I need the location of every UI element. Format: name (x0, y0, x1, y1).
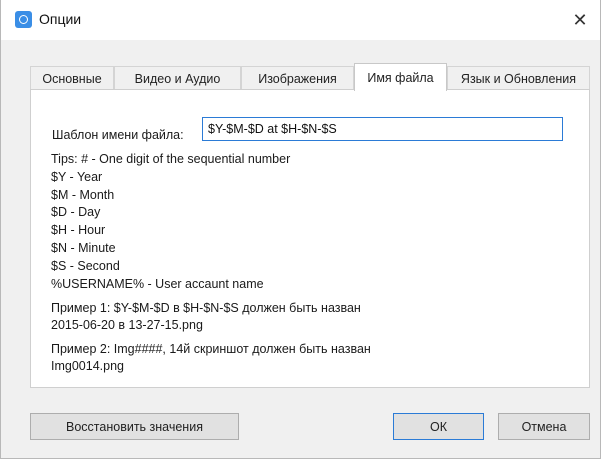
tip-line: $H - Hour (51, 223, 106, 238)
cancel-button[interactable]: Отмена (498, 413, 590, 440)
close-icon[interactable]: ✕ (566, 6, 594, 34)
tip-line: %USERNAME% - User accaunt name (51, 276, 264, 291)
filename-panel: Шаблон имени файла: Tips: # - One digit … (30, 89, 590, 388)
example-2-line-1: Пример 2: Img####, 14й скриншот должен б… (51, 342, 371, 356)
tip-line: Tips: # - One digit of the sequential nu… (51, 152, 291, 166)
window-title: Опции (39, 11, 82, 27)
app-icon (15, 11, 32, 28)
tips-list: Tips: # - One digit of the sequential nu… (51, 151, 290, 293)
tab-general[interactable]: Основные (30, 66, 114, 90)
example-1: Пример 1: $Y-$M-$D в $H-$N-$S должен быт… (51, 300, 361, 334)
tab-video-audio[interactable]: Видео и Аудио (114, 66, 241, 90)
tip-line: $N - Minute (51, 240, 116, 255)
ok-button[interactable]: ОК (393, 413, 484, 440)
tab-images[interactable]: Изображения (241, 66, 354, 90)
example-2: Пример 2: Img####, 14й скриншот должен б… (51, 341, 371, 375)
example-2-line-2: Img0014.png (51, 359, 124, 373)
tip-line: $D - Day (51, 205, 101, 220)
title-bar: Опции ✕ (1, 0, 600, 40)
template-input[interactable] (202, 117, 563, 141)
example-1-line-2: 2015-06-20 в 13-27-15.png (51, 318, 203, 332)
tip-line: $M - Month (51, 187, 115, 202)
tab-filename[interactable]: Имя файла (354, 63, 447, 91)
example-1-line-1: Пример 1: $Y-$M-$D в $H-$N-$S должен быт… (51, 301, 361, 315)
tip-line: $S - Second (51, 258, 120, 273)
tab-bar: Основные Видео и Аудио Изображения Имя ф… (30, 63, 590, 91)
options-dialog: Опции ✕ Основные Видео и Аудио Изображен… (0, 0, 601, 459)
tip-line: $Y - Year (51, 169, 103, 184)
template-label: Шаблон имени файла: (52, 128, 184, 142)
tab-language-updates[interactable]: Язык и Обновления (447, 66, 590, 90)
restore-defaults-button[interactable]: Восстановить значения (30, 413, 239, 440)
